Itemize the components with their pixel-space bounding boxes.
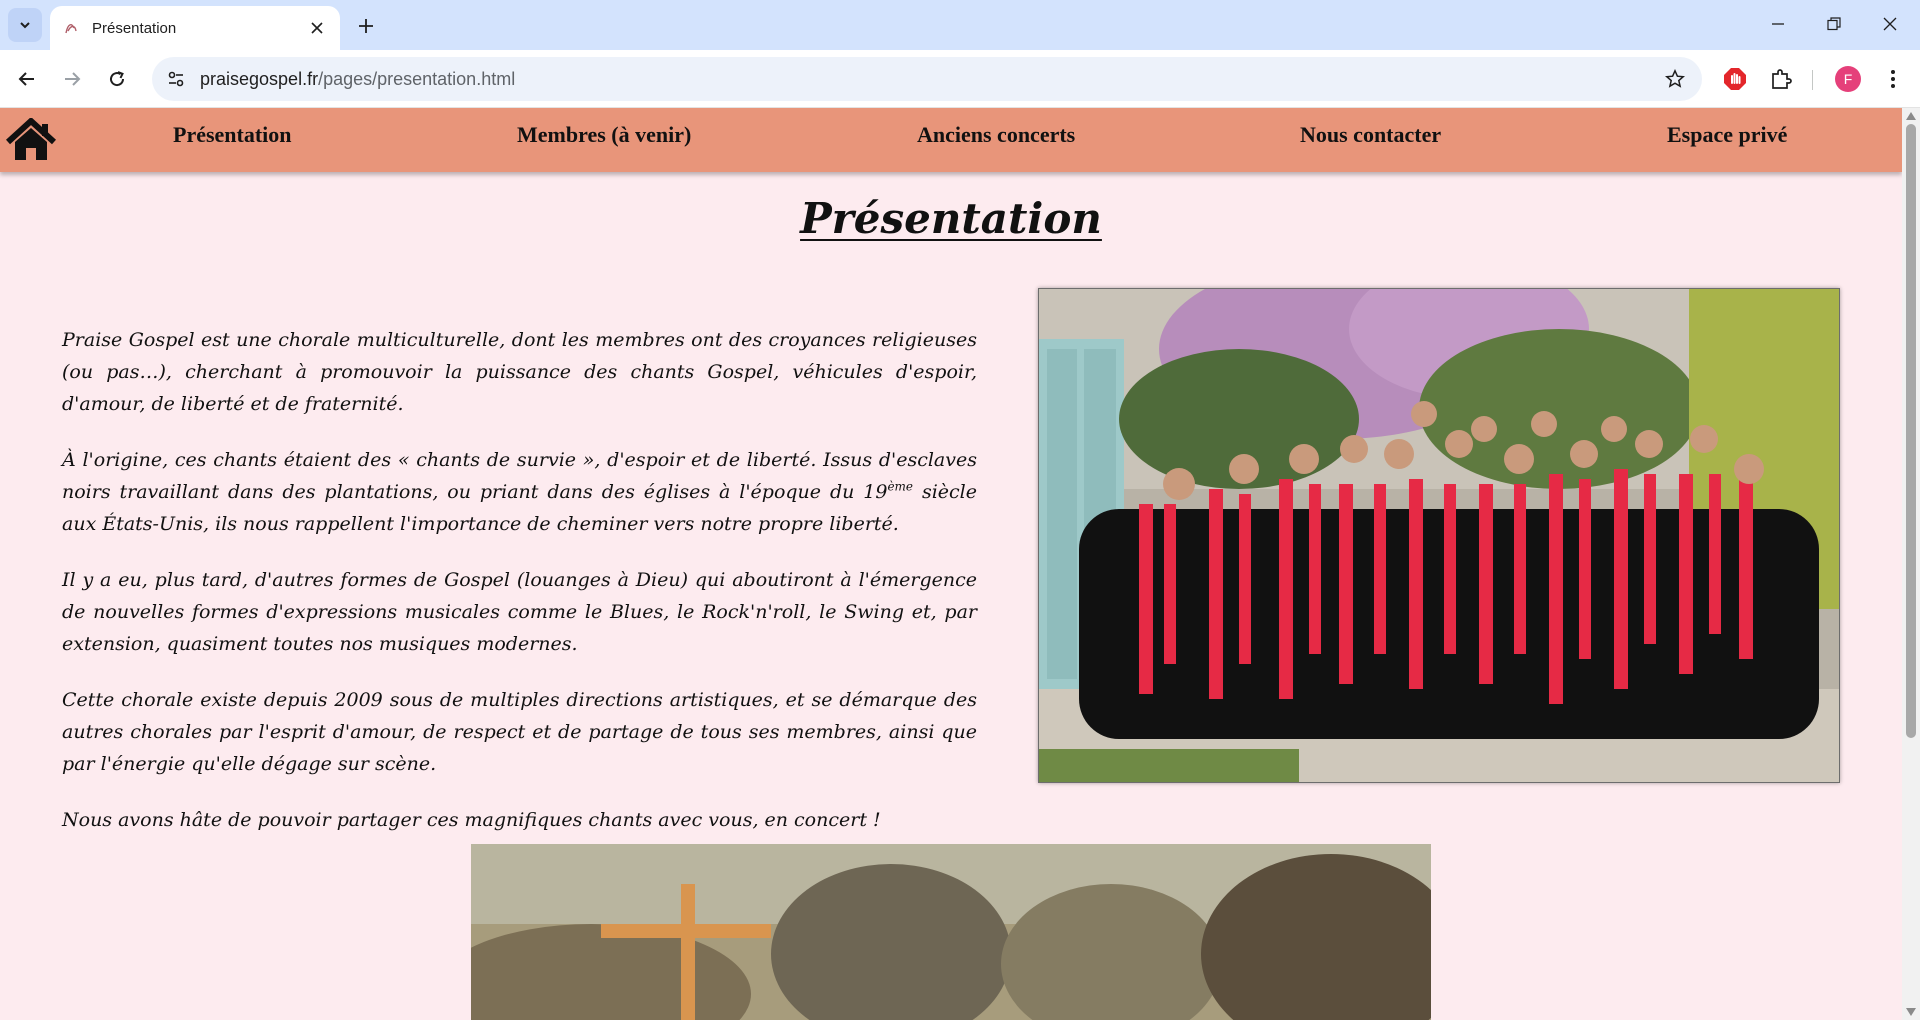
tab-search-button[interactable]: [8, 8, 42, 42]
close-icon[interactable]: [306, 17, 328, 39]
religious-painting-image: [471, 844, 1431, 1020]
minimize-icon: [1772, 23, 1784, 25]
plus-icon: [359, 19, 373, 33]
new-tab-button[interactable]: [350, 10, 382, 42]
url-path: /pages/presentation.html: [318, 68, 516, 89]
nav-link-espace-prive[interactable]: Espace privé: [1667, 122, 1787, 148]
profile-avatar[interactable]: F: [1835, 66, 1861, 92]
scroll-down-arrow[interactable]: [1906, 1008, 1916, 1016]
adblock-icon: [1724, 68, 1746, 90]
superscript-eme: ème: [887, 479, 914, 494]
intro-paragraph-2-start: À l'origine, ces chants étaient des « ch…: [62, 449, 977, 503]
back-icon: [18, 72, 34, 86]
home-link[interactable]: [5, 116, 57, 162]
intro-paragraph-5: Nous avons hâte de pouvoir partager ces …: [62, 809, 881, 831]
url-host: praisegospel.fr: [200, 68, 319, 89]
page-title: Présentation: [0, 194, 1902, 243]
choir-group-photo: [1038, 288, 1840, 783]
more-icon: [1891, 70, 1895, 88]
intro-paragraph-1: Praise Gospel est une chorale multicultu…: [62, 329, 977, 415]
tab-title: Présentation: [92, 19, 177, 37]
toolbar-separator: [1812, 70, 1813, 90]
intro-paragraph-2: À l'origine, ces chants étaient des « ch…: [62, 444, 977, 540]
extensions-button[interactable]: [1764, 62, 1798, 96]
page-viewport: Présentation Membres (à venir) Anciens c…: [0, 108, 1902, 1020]
restore-icon: [1827, 17, 1841, 31]
reload-icon: [110, 71, 125, 87]
nav-link-nous-contacter[interactable]: Nous contacter: [1300, 122, 1441, 148]
close-window-button[interactable]: [1862, 0, 1918, 48]
site-navigation: Présentation Membres (à venir) Anciens c…: [0, 108, 1902, 172]
nav-link-membres[interactable]: Membres (à venir): [517, 122, 691, 148]
reload-button[interactable]: [100, 62, 134, 96]
chevron-down-icon: [20, 22, 30, 29]
page-scrollbar[interactable]: [1902, 108, 1920, 1020]
intro-paragraph-3: Il y a eu, plus tard, d'autres formes de…: [62, 569, 977, 655]
page-title-text: Présentation: [800, 194, 1102, 243]
close-window-icon: [1883, 17, 1897, 31]
back-button[interactable]: [10, 62, 44, 96]
scroll-up-arrow[interactable]: [1906, 112, 1916, 120]
star-icon[interactable]: [1660, 64, 1690, 94]
scroll-thumb[interactable]: [1906, 124, 1916, 738]
site-info-icon[interactable]: [156, 59, 196, 99]
intro-paragraph-4: Cette chorale existe depuis 2009 sous de…: [62, 689, 977, 775]
adblock-extension-button[interactable]: [1718, 62, 1752, 96]
address-bar[interactable]: praisegospel.fr/pages/presentation.html: [152, 57, 1702, 101]
tab-favicon-icon: [62, 19, 80, 37]
minimize-button[interactable]: [1750, 0, 1806, 48]
forward-button[interactable]: [55, 62, 89, 96]
browser-menu-button[interactable]: [1876, 62, 1910, 96]
active-tab[interactable]: Présentation: [50, 6, 340, 50]
nav-link-presentation[interactable]: Présentation: [173, 122, 292, 148]
restore-button[interactable]: [1806, 0, 1862, 48]
intro-text: Praise Gospel est une chorale multicultu…: [62, 324, 977, 860]
forward-icon: [65, 72, 81, 86]
browser-toolbar: praisegospel.fr/pages/presentation.html …: [0, 50, 1920, 108]
tab-strip: Présentation: [0, 0, 1920, 50]
nav-link-anciens-concerts[interactable]: Anciens concerts: [917, 122, 1075, 148]
home-icon: [5, 116, 57, 160]
url-text: praisegospel.fr/pages/presentation.html: [200, 69, 515, 90]
extensions-icon: [1772, 69, 1792, 89]
